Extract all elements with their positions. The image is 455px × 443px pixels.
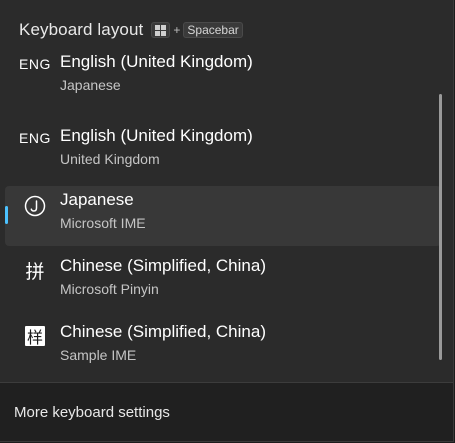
windows-key (151, 22, 171, 38)
keyboard-layout-flyout: Keyboard layout + Spacebar ENG English (… (0, 0, 454, 442)
layout-list: ENG English (United Kingdom) Japanese EN… (0, 52, 453, 380)
flyout-title: Keyboard layout (19, 20, 144, 39)
ime-circle-j-icon (23, 194, 47, 218)
layout-name: English (United Kingdom) (60, 126, 253, 145)
spacebar-key: Spacebar (183, 22, 243, 38)
list-scrollbar[interactable] (439, 94, 442, 360)
layout-keyboard: Japanese (60, 77, 121, 93)
layout-item-chinese-pinyin[interactable]: 拼 Chinese (Simplified, China) Microsoft … (5, 252, 441, 312)
layout-name: English (United Kingdom) (60, 52, 253, 71)
layout-keyboard: Sample IME (60, 347, 137, 363)
eng-badge: ENG (19, 130, 51, 146)
layout-keyboard: Microsoft IME (60, 215, 146, 231)
layout-keyboard: United Kingdom (60, 151, 160, 167)
flyout-header: Keyboard layout + Spacebar (19, 18, 243, 42)
layout-keyboard: Microsoft Pinyin (60, 281, 159, 297)
shortcut-hint: + Spacebar (151, 22, 243, 38)
sample-ime-glyph-icon: 样 (25, 326, 45, 347)
eng-badge: ENG (19, 56, 51, 72)
windows-logo-icon (155, 24, 167, 36)
layout-name: Japanese (60, 190, 134, 209)
layout-item-english-uk-japanese[interactable]: ENG English (United Kingdom) Japanese (5, 52, 441, 108)
layout-item-japanese[interactable]: Japanese Microsoft IME (5, 186, 441, 246)
layout-item-english-uk[interactable]: ENG English (United Kingdom) United King… (5, 122, 441, 182)
layout-name: Chinese (Simplified, China) (60, 322, 266, 341)
selected-indicator (5, 206, 8, 224)
shortcut-plus: + (173, 23, 181, 37)
pinyin-glyph-icon: 拼 (25, 261, 45, 283)
more-keyboard-settings-link[interactable]: More keyboard settings (14, 404, 170, 421)
layout-name: Chinese (Simplified, China) (60, 256, 266, 275)
flyout-footer: More keyboard settings (0, 383, 453, 441)
layout-item-chinese-sample-ime[interactable]: 样 Chinese (Simplified, China) Sample IME (5, 318, 441, 378)
